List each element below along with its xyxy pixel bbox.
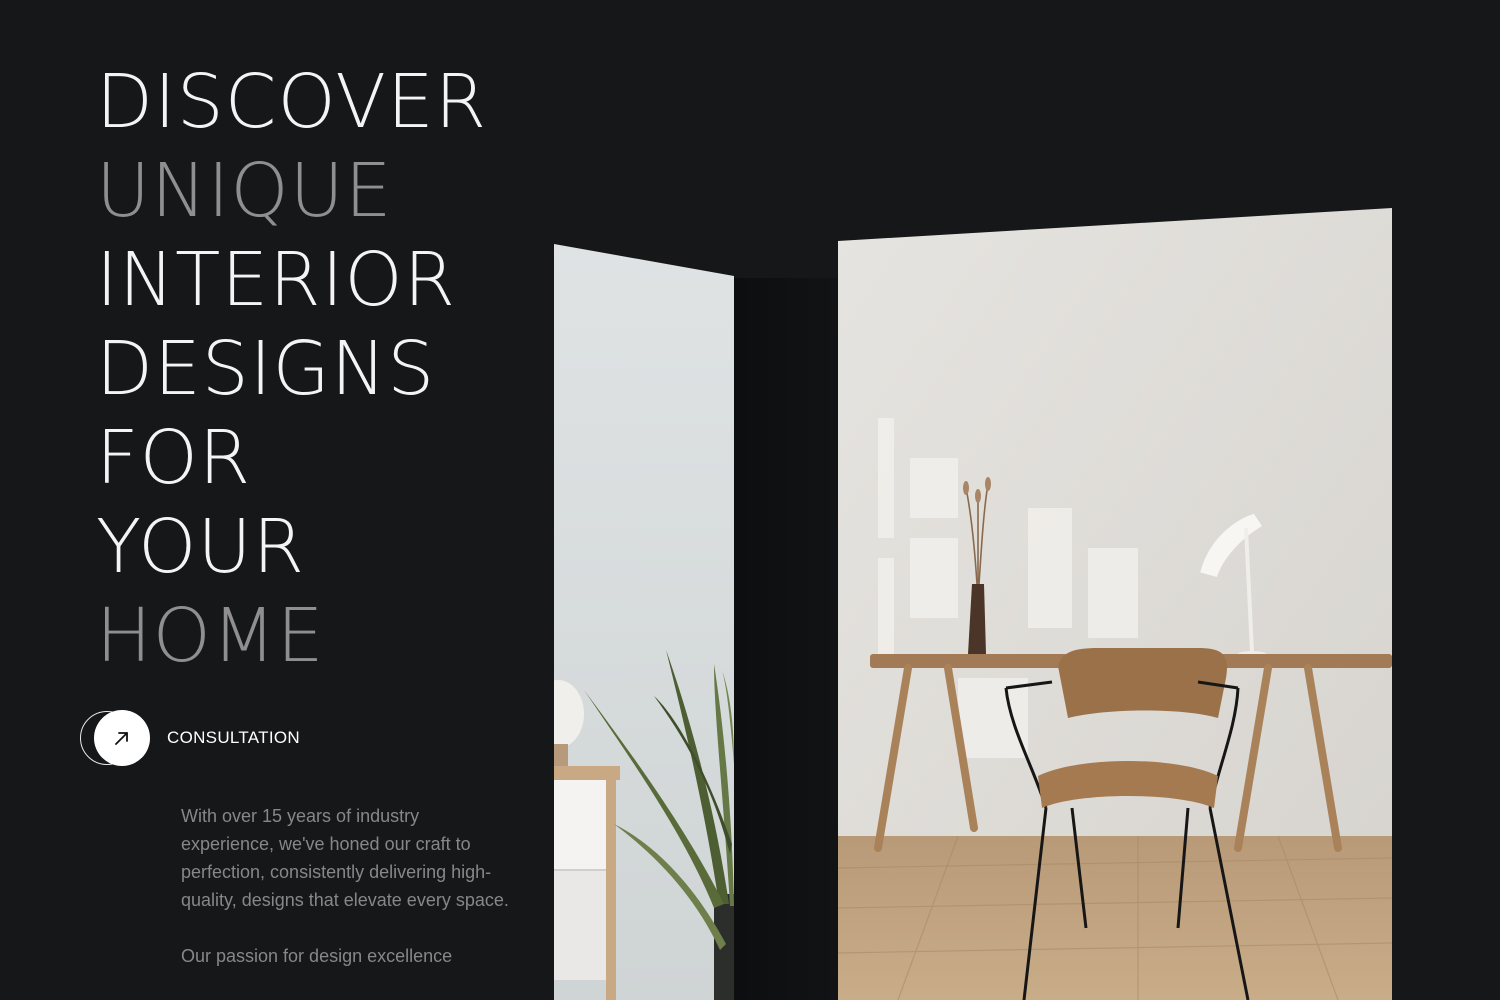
cta-disc[interactable]: [94, 710, 150, 766]
headline-line: INTERIOR: [96, 237, 457, 323]
headline-line-muted: UNIQUE: [96, 148, 393, 234]
headline-line-muted: HOME: [96, 593, 325, 679]
about-paragraph: With over 15 years of industry experienc…: [181, 806, 509, 910]
arrow-up-right-icon: [115, 732, 128, 745]
interior-photo-left: [554, 244, 734, 1000]
consultation-button[interactable]: CONSULTATION: [80, 708, 300, 768]
headline-line: YOUR: [96, 504, 305, 590]
headline-line: DESIGNS: [96, 326, 436, 412]
hero-section: DISCOVER UNIQUE INTERIOR DESIGNS FOR YOU…: [0, 0, 1500, 1000]
hero-headline: DISCOVER UNIQUE INTERIOR DESIGNS FOR YOU…: [96, 58, 487, 681]
about-paragraph: Our passion for design excellence: [181, 946, 453, 966]
plant-image: [554, 244, 734, 1000]
panel-shadow: [734, 278, 838, 1000]
desk-image: [838, 208, 1392, 1000]
interior-photo-right: [838, 208, 1392, 1000]
consultation-label[interactable]: CONSULTATION: [167, 728, 300, 748]
cta-circle[interactable]: [80, 709, 150, 767]
headline-line: FOR: [96, 415, 252, 501]
headline-line: DISCOVER: [96, 59, 488, 145]
about-text: With over 15 years of industry experienc…: [181, 802, 511, 998]
